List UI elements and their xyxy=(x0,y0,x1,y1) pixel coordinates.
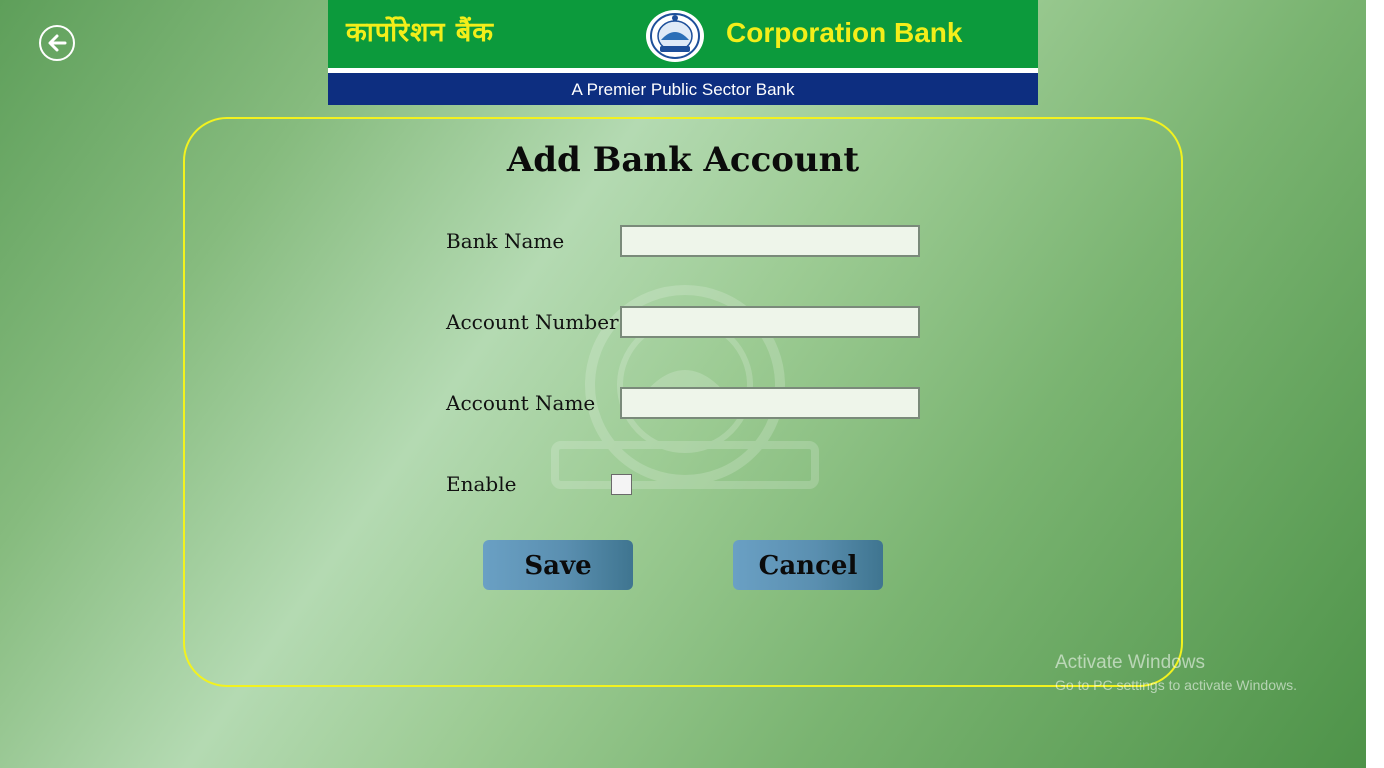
bank-name-english: Corporation Bank xyxy=(726,17,963,48)
activate-subtitle: Go to PC settings to activate Windows. xyxy=(1055,677,1297,693)
back-button[interactable] xyxy=(39,25,75,61)
cancel-button[interactable]: Cancel xyxy=(733,540,883,590)
bank-name-input[interactable] xyxy=(620,225,920,257)
activate-title: Activate Windows xyxy=(1055,652,1205,673)
bank-emblem-icon xyxy=(646,10,704,62)
back-arrow-icon xyxy=(48,34,67,52)
banner-top: कार्पोरेशन बैंक Corporation Bank xyxy=(328,0,1038,68)
save-button[interactable]: Save xyxy=(483,540,633,590)
window-edge xyxy=(1366,0,1384,768)
page-title: Add Bank Account xyxy=(506,140,860,180)
bank-name-label: Bank Name xyxy=(446,229,565,253)
bank-tagline: A Premier Public Sector Bank xyxy=(328,73,1038,105)
account-name-input[interactable] xyxy=(620,387,920,419)
bank-banner: कार्पोरेशन बैंक Corporation Bank A Premi… xyxy=(328,0,1038,105)
account-name-label: Account Name xyxy=(446,391,596,415)
activate-windows-watermark: Activate Windows Go to PC settings to ac… xyxy=(1055,652,1297,693)
enable-checkbox[interactable] xyxy=(611,474,632,495)
bank-name-hindi: कार्पोरेशन बैंक xyxy=(346,17,494,48)
account-number-label: Account Number xyxy=(446,310,619,334)
account-number-input[interactable] xyxy=(620,306,920,338)
enable-label: Enable xyxy=(446,472,517,496)
